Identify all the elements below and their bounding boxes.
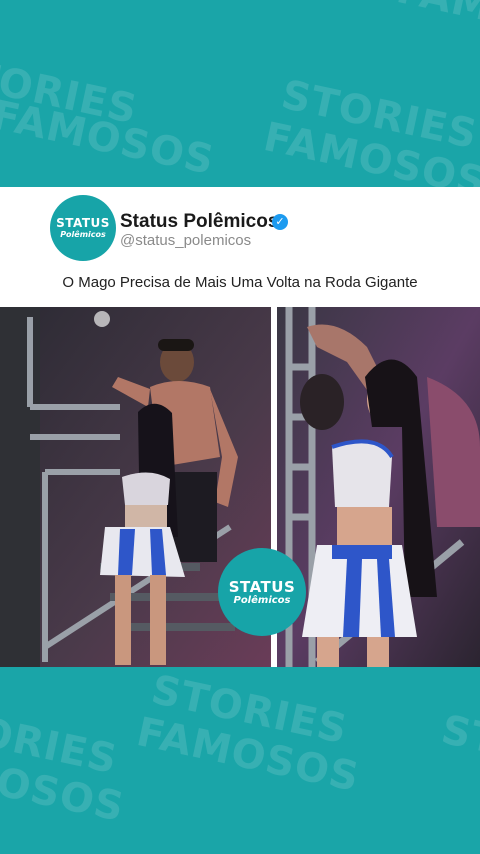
logo-text-status: STATUS: [56, 216, 110, 230]
profile-avatar[interactable]: STATUS Polêmicos: [50, 195, 116, 261]
overlay-logo-status: STATUS: [228, 577, 296, 596]
watermark-text: FAMOSOS: [392, 0, 480, 59]
post-caption: O Mago Precisa de Mais Uma Volta na Roda…: [62, 274, 418, 291]
verified-badge-icon: ✓: [272, 214, 288, 230]
profile-name[interactable]: Status Polêmicos: [120, 211, 278, 233]
profile-handle[interactable]: @status_polemicos: [120, 232, 251, 249]
status-polemicos-logo: STATUS Polêmicos: [218, 548, 306, 636]
right-photo-scene: [277, 307, 480, 667]
watermark-text: STORIES: [437, 706, 480, 794]
right-photo: [277, 307, 480, 667]
logo-text-polemicos: Polêmicos: [60, 230, 106, 239]
overlay-logo-polemicos: Polêmicos: [233, 594, 291, 606]
post-header-card: STATUS Polêmicos Status Polêmicos ✓ @sta…: [0, 187, 480, 307]
